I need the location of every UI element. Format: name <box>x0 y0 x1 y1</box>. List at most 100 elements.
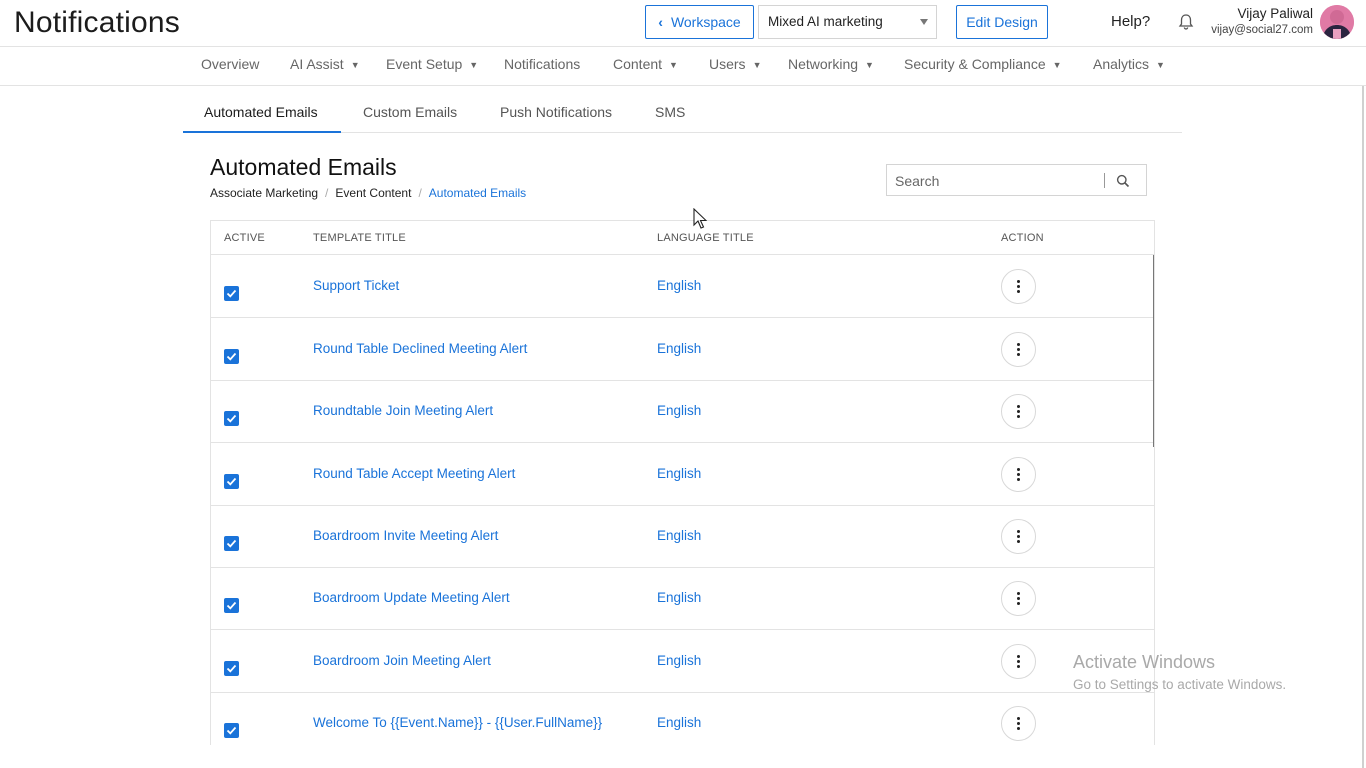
caret-down-icon <box>920 19 928 25</box>
nav-item-analytics[interactable]: Analytics ▼ <box>1093 56 1165 72</box>
template-title-link[interactable]: Boardroom Update Meeting Alert <box>313 590 510 605</box>
breadcrumb-separator: / <box>418 186 422 200</box>
nav-item-label: Security & Compliance <box>904 56 1046 72</box>
template-title-link[interactable]: Boardroom Invite Meeting Alert <box>313 528 498 543</box>
tab-sms[interactable]: SMS <box>655 104 685 120</box>
more-options-button[interactable] <box>1001 519 1036 554</box>
tab-automated-emails[interactable]: Automated Emails <box>204 104 318 120</box>
more-options-button[interactable] <box>1001 706 1036 741</box>
active-checkbox[interactable] <box>224 723 239 738</box>
search-box <box>886 164 1147 196</box>
search-divider <box>1104 173 1105 188</box>
table-row: Support Ticket English <box>211 255 1154 318</box>
template-title-link[interactable]: Welcome To {{Event.Name}} - {{User.FullN… <box>313 715 602 730</box>
nav-item-ai-assist[interactable]: AI Assist ▼ <box>290 56 360 72</box>
mouse-cursor-icon <box>693 207 708 235</box>
edit-design-button[interactable]: Edit Design <box>956 5 1048 39</box>
user-name: Vijay Paliwal <box>1237 6 1313 21</box>
help-link[interactable]: Help? <box>1111 13 1150 30</box>
template-title-link[interactable]: Round Table Accept Meeting Alert <box>313 466 515 481</box>
search-input[interactable] <box>895 171 1095 191</box>
language-title-link[interactable]: English <box>657 403 701 418</box>
nav-item-label: Analytics <box>1093 56 1150 72</box>
column-header-template-title: TEMPLATE TITLE <box>313 232 406 244</box>
table-row: Boardroom Join Meeting Alert English <box>211 630 1154 693</box>
language-title-link[interactable]: English <box>657 278 701 293</box>
language-title-link[interactable]: English <box>657 341 701 356</box>
table-row: Boardroom Invite Meeting Alert English <box>211 505 1154 568</box>
event-select[interactable]: Mixed AI marketing <box>758 5 937 39</box>
tab-bar: Automated Emails Custom Emails Push Noti… <box>183 90 1182 133</box>
automated-emails-table: ACTIVE TEMPLATE TITLE LANGUAGE TITLE ACT… <box>210 220 1155 745</box>
activate-windows-subtitle: Go to Settings to activate Windows. <box>1073 677 1287 692</box>
dropdown-arrow-icon: ▼ <box>752 60 762 70</box>
more-options-button[interactable] <box>1001 581 1036 616</box>
language-title-link[interactable]: English <box>657 466 701 481</box>
table-row: Round Table Declined Meeting Alert Engli… <box>211 318 1154 381</box>
more-options-button[interactable] <box>1001 269 1036 304</box>
language-title-link[interactable]: English <box>657 590 701 605</box>
breadcrumb-current: Automated Emails <box>428 186 527 200</box>
dropdown-arrow-icon: ▼ <box>669 60 678 70</box>
tab-custom-emails[interactable]: Custom Emails <box>363 104 457 120</box>
search-icon[interactable] <box>1116 174 1130 188</box>
table-row: Welcome To {{Event.Name}} - {{User.FullN… <box>211 692 1154 745</box>
active-checkbox[interactable] <box>224 411 239 426</box>
more-options-button[interactable] <box>1001 644 1036 679</box>
activate-windows-title: Activate Windows <box>1073 652 1216 672</box>
template-title-link[interactable]: Support Ticket <box>313 278 399 293</box>
workspace-button[interactable]: ‹ Workspace <box>645 5 754 39</box>
column-header-active: ACTIVE <box>224 232 265 244</box>
nav-item-networking[interactable]: Networking ▼ <box>788 56 874 72</box>
nav-item-overview[interactable]: Overview <box>201 56 259 72</box>
breadcrumb-item[interactable]: Event Content <box>335 186 411 200</box>
avatar[interactable] <box>1320 5 1354 39</box>
nav-item-label: Notifications <box>504 56 581 72</box>
template-title-link[interactable]: Roundtable Join Meeting Alert <box>313 403 493 418</box>
nav-item-notifications[interactable]: Notifications <box>504 56 580 72</box>
tab-push-notifications[interactable]: Push Notifications <box>500 104 612 120</box>
section-title: Automated Emails <box>210 154 397 180</box>
dropdown-arrow-icon: ▼ <box>350 60 360 70</box>
active-checkbox[interactable] <box>224 286 239 301</box>
page-scrollbar[interactable] <box>1362 86 1364 768</box>
template-title-link[interactable]: Boardroom Join Meeting Alert <box>313 653 491 668</box>
active-checkbox[interactable] <box>224 474 239 489</box>
more-options-button[interactable] <box>1001 332 1036 367</box>
nav-item-users[interactable]: Users ▼ <box>709 56 761 72</box>
table-row: Roundtable Join Meeting Alert English <box>211 380 1154 443</box>
dropdown-arrow-icon: ▼ <box>865 60 874 70</box>
page-title: Notifications <box>14 6 181 39</box>
dropdown-arrow-icon: ▼ <box>469 60 479 70</box>
active-checkbox[interactable] <box>224 536 239 551</box>
language-title-link[interactable]: English <box>657 528 701 543</box>
table-row: Boardroom Update Meeting Alert English <box>211 567 1154 630</box>
breadcrumb: Associate Marketing / Event Content / Automa… <box>210 186 526 200</box>
user-email: vijay@social27.com <box>1211 24 1313 36</box>
column-header-action: ACTION <box>1001 232 1044 244</box>
active-checkbox[interactable] <box>224 349 239 364</box>
table-row: Round Table Accept Meeting Alert English <box>211 443 1154 506</box>
bell-icon[interactable] <box>1177 13 1195 31</box>
nav-item-security-compliance[interactable]: Security & Compliance ▼ <box>904 56 1062 72</box>
nav-item-content[interactable]: Content ▼ <box>613 56 678 72</box>
active-checkbox[interactable] <box>224 598 239 613</box>
active-checkbox[interactable] <box>224 661 239 676</box>
breadcrumb-item[interactable]: Associate Marketing <box>210 186 318 200</box>
nav-item-label: Overview <box>201 56 260 72</box>
nav-item-label: Event Setup <box>386 56 463 72</box>
language-title-link[interactable]: English <box>657 653 701 668</box>
more-options-button[interactable] <box>1001 394 1036 429</box>
language-title-link[interactable]: English <box>657 715 701 730</box>
template-title-link[interactable]: Round Table Declined Meeting Alert <box>313 341 527 356</box>
page: Notifications ‹ Workspace Mixed AI marke… <box>0 0 1366 768</box>
table-scrollbar[interactable] <box>1153 255 1154 447</box>
more-options-button[interactable] <box>1001 457 1036 492</box>
nav-item-label: AI Assist <box>290 56 344 72</box>
active-tab-indicator <box>183 131 341 133</box>
nav-item-label: Networking <box>788 56 859 72</box>
chevron-left-icon: ‹ <box>658 14 663 30</box>
nav-item-event-setup[interactable]: Event Setup ▼ <box>386 56 478 72</box>
workspace-button-label: Workspace <box>670 14 741 30</box>
breadcrumb-separator: / <box>325 186 329 200</box>
